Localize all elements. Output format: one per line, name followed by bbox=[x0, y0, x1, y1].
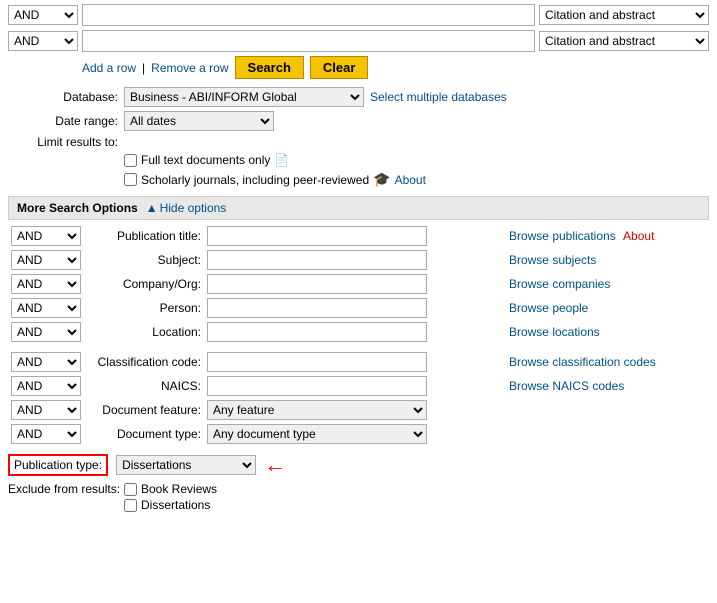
pub-type-label: Publication type: bbox=[14, 458, 102, 472]
red-arrow-icon: ← bbox=[264, 452, 286, 478]
location-row: ANDORNOT Location: Browse locations bbox=[8, 320, 709, 344]
hide-options-link[interactable]: ▲ Hide options bbox=[146, 201, 227, 215]
person-input[interactable] bbox=[207, 298, 427, 318]
person-row: ANDORNOT Person: Browse people bbox=[8, 296, 709, 320]
classification-row: ANDORNOT Classification code: Browse cla… bbox=[8, 350, 709, 374]
doc-type-label: Document type: bbox=[84, 422, 204, 446]
more-options-bar: More Search Options ▲ Hide options bbox=[8, 196, 709, 220]
company-label: Company/Org: bbox=[84, 272, 204, 296]
field-select-2[interactable]: Citation and abstract Title Abstract bbox=[539, 31, 709, 51]
date-range-label: Date range: bbox=[8, 114, 118, 128]
doc-feature-row: ANDORNOT Document feature: Any feature A… bbox=[8, 398, 709, 422]
fulltext-checkbox[interactable] bbox=[124, 154, 137, 167]
field-select-1[interactable]: Citation and abstract Title Abstract bbox=[539, 5, 709, 25]
database-select[interactable]: Business - ABI/INFORM Global bbox=[124, 87, 364, 107]
company-row: ANDORNOT Company/Org: Browse companies bbox=[8, 272, 709, 296]
hide-options-label: Hide options bbox=[160, 201, 227, 215]
date-range-select[interactable]: All dates bbox=[124, 111, 274, 131]
remove-row-link[interactable]: Remove a row bbox=[151, 61, 228, 75]
search-row-1: AND OR NOT Citation and abstract Title A… bbox=[8, 4, 709, 26]
database-row: Database: Business - ABI/INFORM Global S… bbox=[8, 87, 709, 107]
exclude-dissertations-label: Dissertations bbox=[141, 498, 210, 512]
op-company[interactable]: ANDORNOT bbox=[11, 274, 81, 294]
op-classification[interactable]: ANDORNOT bbox=[11, 352, 81, 372]
operator-select-1[interactable]: AND OR NOT bbox=[8, 5, 78, 25]
browse-publications-link[interactable]: Browse publications bbox=[509, 229, 616, 243]
separator: | bbox=[142, 61, 145, 75]
about-publications-link[interactable]: About bbox=[623, 229, 654, 243]
op-location[interactable]: ANDORNOT bbox=[11, 322, 81, 342]
pub-title-input[interactable] bbox=[207, 226, 427, 246]
person-label: Person: bbox=[84, 296, 204, 320]
hide-arrow-icon: ▲ bbox=[146, 201, 158, 215]
pub-type-select[interactable]: Dissertations Any publication type Books… bbox=[116, 455, 256, 475]
browse-classification-link[interactable]: Browse classification codes bbox=[509, 355, 656, 369]
classification-input[interactable] bbox=[207, 352, 427, 372]
browse-naics-link[interactable]: Browse NAICS codes bbox=[509, 379, 624, 393]
browse-people-link[interactable]: Browse people bbox=[509, 301, 588, 315]
subject-label: Subject: bbox=[84, 248, 204, 272]
browse-subjects-link[interactable]: Browse subjects bbox=[509, 253, 596, 267]
classification-label: Classification code: bbox=[84, 350, 204, 374]
op-naics[interactable]: ANDORNOT bbox=[11, 376, 81, 396]
search-row-2: AND OR NOT Citation and abstract Title A… bbox=[8, 30, 709, 52]
document-icon: 📄 bbox=[274, 153, 289, 167]
date-range-row: Date range: All dates bbox=[8, 111, 709, 131]
doc-type-select[interactable]: Any document type Article Book bbox=[207, 424, 427, 444]
naics-row: ANDORNOT NAICS: Browse NAICS codes bbox=[8, 374, 709, 398]
exclude-dissertations-row: Dissertations bbox=[124, 498, 217, 512]
about-scholarly-link[interactable]: About bbox=[395, 173, 426, 187]
exclude-label: Exclude from results: bbox=[8, 482, 124, 496]
pub-title-row: ANDORNOT Publication title: Browse publi… bbox=[8, 224, 709, 248]
add-row-link[interactable]: Add a row bbox=[82, 61, 136, 75]
search-button[interactable]: Search bbox=[235, 56, 304, 79]
browse-locations-link[interactable]: Browse locations bbox=[509, 325, 600, 339]
search-input-2[interactable] bbox=[82, 30, 535, 52]
publication-type-wrapper: Publication type: bbox=[8, 454, 108, 476]
scholarly-checkbox[interactable] bbox=[124, 173, 137, 186]
company-input[interactable] bbox=[207, 274, 427, 294]
subject-row: ANDORNOT Subject: Browse subjects bbox=[8, 248, 709, 272]
exclude-book-reviews-checkbox[interactable] bbox=[124, 483, 137, 496]
subject-input[interactable] bbox=[207, 250, 427, 270]
exclude-dissertations-checkbox[interactable] bbox=[124, 499, 137, 512]
doc-type-row: ANDORNOT Document type: Any document typ… bbox=[8, 422, 709, 446]
location-input[interactable] bbox=[207, 322, 427, 342]
naics-label: NAICS: bbox=[84, 374, 204, 398]
pub-title-label: Publication title: bbox=[84, 224, 204, 248]
op-person[interactable]: ANDORNOT bbox=[11, 298, 81, 318]
limit-label: Limit results to: bbox=[8, 135, 118, 149]
location-label: Location: bbox=[84, 320, 204, 344]
exclude-book-reviews-label: Book Reviews bbox=[141, 482, 217, 496]
operator-select-2[interactable]: AND OR NOT bbox=[8, 31, 78, 51]
graduation-icon: 🎓 bbox=[373, 171, 390, 188]
exclude-book-reviews-row: Book Reviews bbox=[124, 482, 217, 496]
browse-companies-link[interactable]: Browse companies bbox=[509, 277, 610, 291]
op-pub-title[interactable]: ANDORNOT bbox=[11, 226, 81, 246]
more-options-title: More Search Options bbox=[17, 201, 138, 215]
doc-feature-label: Document feature: bbox=[84, 398, 204, 422]
limit-label-row: Limit results to: bbox=[8, 135, 709, 149]
database-label: Database: bbox=[8, 90, 118, 104]
fulltext-checkbox-row: Full text documents only 📄 bbox=[124, 153, 709, 167]
select-multiple-databases-link[interactable]: Select multiple databases bbox=[370, 90, 507, 104]
scholarly-label: Scholarly journals, including peer-revie… bbox=[141, 173, 369, 187]
advanced-search-table: ANDORNOT Publication title: Browse publi… bbox=[8, 224, 709, 446]
scholarly-checkbox-row: Scholarly journals, including peer-revie… bbox=[124, 171, 709, 188]
clear-button[interactable]: Clear bbox=[310, 56, 369, 79]
fulltext-label: Full text documents only bbox=[141, 153, 270, 167]
naics-input[interactable] bbox=[207, 376, 427, 396]
op-doc-feature[interactable]: ANDORNOT bbox=[11, 400, 81, 420]
search-input-1[interactable] bbox=[82, 4, 535, 26]
op-doc-type[interactable]: ANDORNOT bbox=[11, 424, 81, 444]
op-subject[interactable]: ANDORNOT bbox=[11, 250, 81, 270]
doc-feature-select[interactable]: Any feature Abstract Charts bbox=[207, 400, 427, 420]
